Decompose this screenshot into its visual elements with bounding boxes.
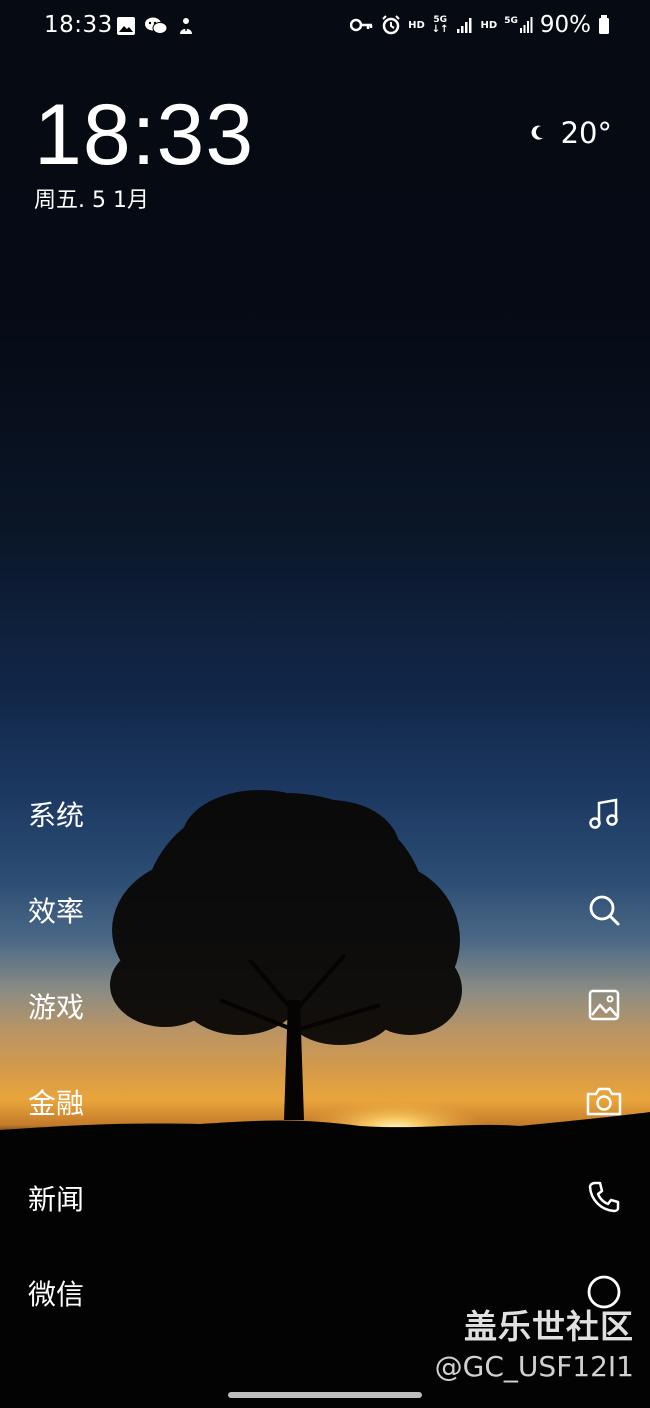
hd-indicator-2: HD <box>480 19 498 31</box>
signal-icon <box>456 18 472 33</box>
category-efficiency[interactable]: 效率 <box>28 890 84 930</box>
gallery-shortcut[interactable] <box>584 985 624 1025</box>
battery-icon <box>599 15 609 34</box>
music-note-icon <box>589 798 618 829</box>
moon-icon <box>531 125 543 140</box>
notification-icons <box>116 16 196 36</box>
category-news[interactable]: 新闻 <box>28 1178 84 1218</box>
hd-indicator-1: HD <box>408 19 425 31</box>
phone-icon <box>588 1181 620 1213</box>
app-notification-icon <box>180 18 192 34</box>
key-icon <box>350 18 373 32</box>
phone-shortcut[interactable] <box>584 1177 624 1217</box>
status-time: 18:33 <box>44 12 113 38</box>
category-finance[interactable]: 金融 <box>28 1082 84 1122</box>
system-indicators: HD 5G ↓↑ HD 5G 90% <box>350 12 610 38</box>
category-wechat[interactable]: 微信 <box>28 1273 84 1313</box>
weather-widget[interactable]: 20° <box>531 116 612 150</box>
watermark-title: 盖乐世社区 <box>464 1307 634 1346</box>
search-shortcut[interactable] <box>584 890 624 930</box>
battery-percentage: 90% <box>539 12 591 38</box>
category-system[interactable]: 系统 <box>28 794 84 834</box>
data-arrows-icon: 5G ↓↑ <box>431 15 449 35</box>
home-indicator[interactable] <box>228 1392 422 1398</box>
camera-shortcut[interactable] <box>584 1081 624 1121</box>
watermark-user: @GC_USF12I1 <box>434 1350 634 1383</box>
search-icon <box>589 895 620 926</box>
image-icon <box>588 989 620 1021</box>
status-bar: 18:33 HD 5G ↓↑ HD 5G 90% <box>0 0 650 56</box>
music-shortcut[interactable] <box>584 794 624 834</box>
weather-temperature: 20° <box>560 116 612 150</box>
camera-icon <box>586 1087 622 1116</box>
alarm-icon <box>382 15 400 35</box>
category-games[interactable]: 游戏 <box>28 986 84 1026</box>
wechat-icon <box>145 17 168 34</box>
network-type-2: 5G <box>504 16 518 26</box>
signal-icon-2: 5G <box>504 17 533 33</box>
gallery-icon <box>117 17 135 35</box>
lock-screen: 18:33 HD 5G ↓↑ HD 5G 90% 18:33 周五. 5 1月 … <box>0 0 650 1408</box>
lock-clock: 18:33 <box>34 87 255 183</box>
lock-date: 周五. 5 1月 <box>34 188 149 213</box>
